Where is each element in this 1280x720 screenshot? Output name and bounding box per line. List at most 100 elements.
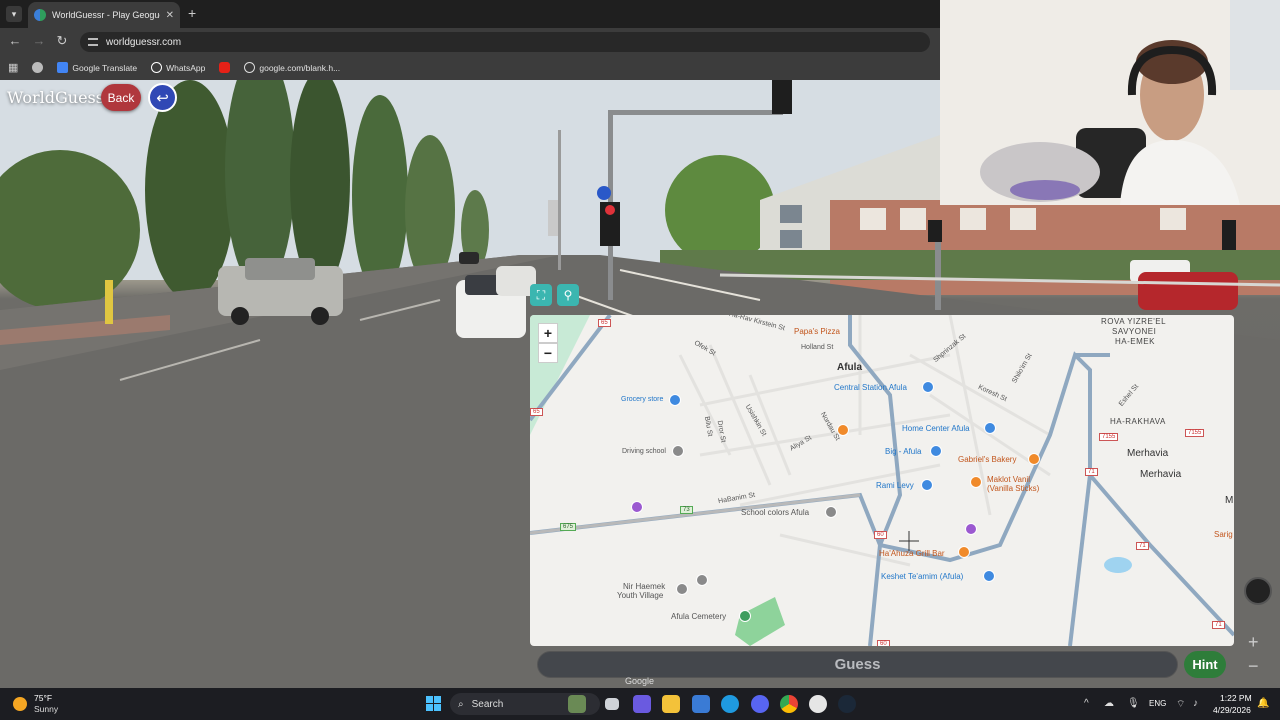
school-icon	[696, 574, 708, 586]
place-savyonei: SAVYONEI	[1112, 327, 1157, 336]
shopping-bag-icon	[983, 570, 995, 582]
street-zoom-in-icon[interactable]: +	[1248, 632, 1259, 653]
tab-search-button[interactable]: ▾	[6, 6, 22, 22]
map-zoom-out-button[interactable]: −	[538, 343, 558, 363]
fullscreen-map-button[interactable]: ⛶	[530, 284, 552, 306]
new-tab-button[interactable]: +	[188, 6, 196, 20]
hint-button[interactable]: Hint	[1184, 651, 1226, 678]
poi-vanilla-sticks[interactable]: (Vanilla Sticks)	[987, 484, 1039, 493]
return-to-start-button[interactable]: ↩	[148, 83, 177, 112]
school-icon	[676, 583, 688, 595]
weather-condition[interactable]: Sunny	[34, 704, 58, 714]
discord-icon[interactable]	[751, 695, 769, 713]
address-bar[interactable]: worldguessr.com	[80, 32, 930, 52]
task-view-icon[interactable]	[605, 698, 619, 710]
volume-icon[interactable]: ♪	[1193, 698, 1198, 709]
map-zoom-in-button[interactable]: +	[538, 323, 558, 343]
weather-temperature[interactable]: 75°F	[34, 693, 52, 703]
bookmark-label: Google Translate	[72, 62, 138, 73]
steam-icon[interactable]	[838, 695, 856, 713]
poi-youth-village[interactable]: Youth Village	[617, 591, 663, 600]
reload-icon[interactable]: ↻	[53, 33, 71, 49]
bookmark-label: google.com/blank.h...	[259, 62, 341, 73]
notifications-icon[interactable]: 🔔	[1257, 698, 1269, 709]
google-icon	[244, 62, 256, 73]
place-merhavia-2: Merhavia	[1140, 469, 1182, 480]
bookmark-label: WhatsApp	[166, 62, 206, 73]
poi-maklot-vanil[interactable]: Maklot Vanil	[987, 475, 1030, 484]
poi-home-center[interactable]: Home Center Afula	[902, 424, 970, 433]
poi-grocery[interactable]: Grocery store	[621, 396, 663, 403]
poi-keshet[interactable]: Keshet Te'amim (Afula)	[881, 572, 963, 581]
forward-arrow-icon[interactable]: →	[30, 33, 48, 49]
guess-button[interactable]: Guess	[537, 651, 1178, 678]
place-merhavia: Merhavia	[1127, 448, 1169, 459]
url-text: worldguessr.com	[106, 36, 182, 48]
back-button[interactable]: Back	[101, 84, 141, 111]
site-info-icon[interactable]	[88, 38, 98, 46]
restaurant-icon	[970, 476, 982, 488]
poi-papas-pizza[interactable]: Papa's Pizza	[794, 327, 840, 336]
poi-central-station[interactable]: Central Station Afula	[834, 383, 907, 392]
close-tab-icon[interactable]: ✕	[166, 10, 174, 21]
pin-map-button[interactable]: ⚲	[557, 284, 579, 306]
clock-time[interactable]: 1:22 PM	[1220, 693, 1252, 703]
browser-tab[interactable]: WorldGuessr - Play Geoguessr ✕	[28, 2, 180, 28]
school-icon	[672, 445, 684, 457]
whatsapp-icon	[151, 62, 163, 73]
webcam-overlay	[940, 0, 1280, 205]
route-badge: 71	[1212, 621, 1225, 629]
route-badge: 65	[530, 408, 543, 416]
place-m-edge: M	[1225, 495, 1234, 506]
cemetery-icon	[739, 610, 751, 622]
apps-grid-icon[interactable]: ▦	[8, 61, 18, 74]
route-badge: 71	[1085, 468, 1098, 476]
globe-icon[interactable]	[32, 62, 44, 73]
show-hidden-icons-icon[interactable]: ^	[1084, 698, 1089, 709]
clock-date[interactable]: 4/29/2026	[1213, 705, 1251, 715]
poi-nir-haemek[interactable]: Nir Haemek	[623, 582, 665, 591]
return-arrow-icon: ↩	[156, 89, 169, 107]
poi-big-afula[interactable]: Big - Afula	[885, 447, 921, 456]
route-badge: 60	[877, 640, 890, 646]
route-badge: 71	[1136, 542, 1149, 550]
poi-gabriels-bakery[interactable]: Gabriel's Bakery	[958, 455, 1016, 464]
back-arrow-icon[interactable]: ←	[6, 33, 24, 49]
route-badge: 60	[874, 531, 887, 539]
store-icon[interactable]	[692, 695, 710, 713]
microphone-icon[interactable]: 🎙	[1127, 698, 1140, 709]
sun-icon[interactable]	[13, 697, 27, 711]
widgets-icon[interactable]	[568, 695, 586, 713]
wifi-icon[interactable]: ⌔	[1176, 698, 1185, 711]
chrome-icon[interactable]	[780, 695, 798, 713]
route-badge: 65	[598, 319, 611, 327]
file-explorer-icon[interactable]	[662, 695, 680, 713]
poi-ha-ahuza[interactable]: Ha'Ahuza Grill Bar	[879, 549, 945, 558]
translate-icon	[57, 62, 69, 73]
bookmarks-bar: ▦ Google Translate WhatsApp google.com/b…	[0, 55, 940, 80]
poi-rami-levy[interactable]: Rami Levy	[876, 481, 914, 490]
poi-cemetery[interactable]: Afula Cemetery	[671, 612, 726, 621]
bookmark-whatsapp[interactable]: WhatsApp	[151, 62, 205, 73]
windows-start-icon[interactable]	[426, 696, 441, 711]
poi-driving-school[interactable]: Driving school	[622, 448, 666, 455]
compass-icon[interactable]	[1244, 577, 1272, 605]
copilot-icon[interactable]	[633, 695, 651, 713]
school-icon	[825, 506, 837, 518]
bookmark-youtube[interactable]	[219, 62, 231, 73]
onedrive-icon[interactable]: ☁	[1104, 698, 1114, 709]
github-icon[interactable]	[809, 695, 827, 713]
language-indicator[interactable]: ENG	[1149, 699, 1166, 708]
bookmark-google-translate[interactable]: Google Translate	[57, 62, 137, 73]
place-afula: Afula	[837, 362, 862, 373]
bookmark-google-blank[interactable]: google.com/blank.h...	[244, 62, 340, 73]
entertainment-icon	[965, 523, 977, 535]
poi-school-colors[interactable]: School colors Afula	[741, 508, 809, 517]
edge-icon[interactable]	[721, 695, 739, 713]
entertainment-icon	[631, 501, 643, 513]
bakery-icon	[1028, 453, 1040, 465]
place-rova: ROVA YIZRE'EL	[1101, 317, 1167, 326]
poi-sarig[interactable]: Sarig E	[1214, 530, 1234, 539]
street-zoom-out-icon[interactable]: −	[1248, 656, 1259, 677]
guess-map[interactable]: Afula ROVA YIZRE'EL SAVYONEI HA-EMEK HA-…	[530, 315, 1234, 646]
